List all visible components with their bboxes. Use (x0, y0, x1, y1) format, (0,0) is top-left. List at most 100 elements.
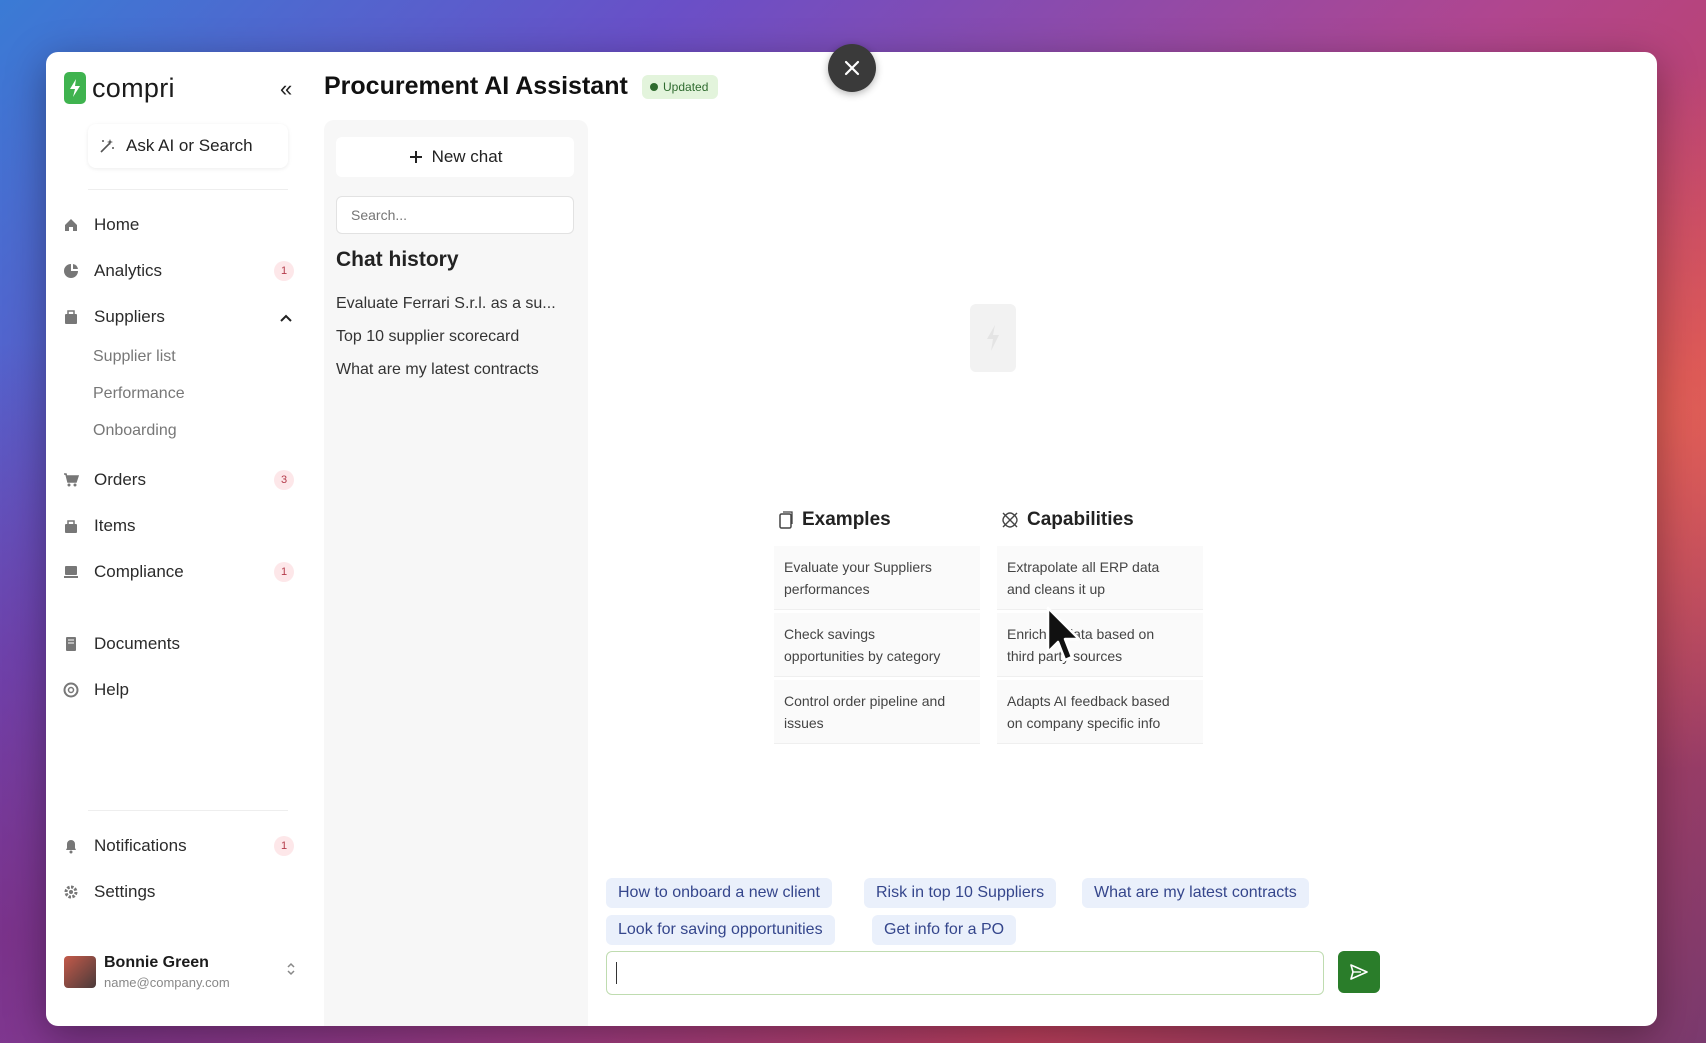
chat-history-item[interactable]: What are my latest contracts (336, 361, 576, 379)
chat-history-item[interactable]: Evaluate Ferrari S.r.l. as a su... (336, 295, 576, 313)
nav-home[interactable]: Home (62, 207, 294, 243)
logo-text: compri (92, 72, 175, 103)
compliance-badge: 1 (274, 562, 294, 582)
nav-orders[interactable]: Orders 3 (62, 462, 294, 498)
user-name: Bonnie Green (104, 954, 209, 971)
nav-documents[interactable]: Documents (62, 626, 294, 662)
chat-search-input[interactable] (336, 196, 574, 234)
status-badge: Updated (642, 75, 719, 99)
nav-analytics[interactable]: Analytics 1 (62, 253, 294, 289)
nav-label: Notifications (94, 836, 187, 855)
chevron-updown-icon (286, 962, 296, 979)
send-icon (1350, 964, 1368, 980)
logo[interactable]: compri (64, 72, 175, 104)
card-line: Enriches data based on (1007, 626, 1155, 642)
card-line: Check savings (784, 626, 876, 642)
suggestion-chip[interactable]: Look for saving opportunities (606, 915, 835, 945)
nav-label: Documents (94, 634, 180, 653)
chat-history-title: Chat history (336, 248, 459, 271)
ask-ai-button[interactable]: Ask AI or Search (88, 124, 288, 168)
examples-title: Examples (802, 509, 891, 530)
new-chat-label: New chat (431, 147, 503, 166)
nav-label: Compliance (94, 562, 184, 581)
items-icon (62, 517, 80, 535)
new-chat-button[interactable]: New chat (336, 137, 574, 177)
card-line: and cleans it up (1007, 581, 1106, 597)
nav-suppliers[interactable]: Suppliers (62, 299, 294, 335)
nav-label: Settings (94, 882, 156, 901)
nav-onboarding[interactable]: Onboarding (93, 422, 177, 440)
capability-card: Adapts AI feedback based on company spec… (997, 680, 1203, 744)
collapse-sidebar-icon[interactable]: « (280, 76, 292, 102)
nav-performance[interactable]: Performance (93, 385, 185, 403)
capabilities-heading: Capabilities (1001, 509, 1134, 531)
close-modal-button[interactable] (828, 44, 876, 92)
card-line: issues (784, 715, 824, 731)
card-line: opportunities by category (784, 648, 941, 664)
example-card[interactable]: Evaluate your Suppliers performances (774, 546, 980, 610)
examples-heading: Examples (778, 509, 891, 531)
divider (88, 189, 288, 190)
copy-icon (779, 511, 793, 529)
card-line: performances (784, 581, 870, 597)
suggestion-chip[interactable]: What are my latest contracts (1082, 878, 1309, 908)
help-icon (62, 681, 80, 699)
card-line: Extrapolate all ERP data (1007, 559, 1160, 575)
nav-notifications[interactable]: Notifications 1 (62, 828, 294, 864)
example-card[interactable]: Control order pipeline and issues (774, 680, 980, 744)
home-icon (62, 216, 80, 234)
suggestion-chip[interactable]: Get info for a PO (872, 915, 1017, 945)
divider (88, 810, 288, 811)
chat-history-item[interactable]: Top 10 supplier scorecard (336, 328, 576, 346)
capabilities-icon (1002, 512, 1018, 528)
avatar (64, 956, 96, 988)
logo-mark-icon (64, 72, 86, 104)
mouse-pointer-icon (1046, 606, 1081, 662)
nav-items[interactable]: Items (62, 508, 294, 544)
status-text: Updated (663, 80, 709, 94)
chat-history-panel: New chat Chat history Evaluate Ferrari S… (324, 120, 588, 1026)
compliance-icon (62, 563, 80, 581)
nav-supplier-list[interactable]: Supplier list (93, 348, 176, 366)
close-icon (844, 60, 860, 76)
text-caret (616, 962, 617, 984)
nav-label: Analytics (94, 261, 163, 280)
plus-icon (409, 151, 422, 163)
bell-icon (62, 837, 80, 855)
chevron-up-icon[interactable] (280, 309, 292, 325)
user-email: name@company.com (104, 975, 230, 990)
assistant-logo-placeholder (970, 304, 1016, 372)
nav-help[interactable]: Help (62, 672, 294, 708)
message-input[interactable] (606, 951, 1324, 995)
nav-label: Items (94, 516, 136, 535)
suggestion-chip[interactable]: Risk in top 10 Suppliers (864, 878, 1057, 908)
send-button[interactable] (1338, 951, 1380, 993)
suggestion-chip[interactable]: How to onboard a new client (606, 878, 832, 908)
cart-icon (62, 471, 80, 489)
bolt-icon (987, 325, 999, 351)
capabilities-title: Capabilities (1027, 509, 1134, 530)
page-title: Procurement AI Assistant (324, 72, 628, 100)
capability-card: Enriches data based on third party sourc… (997, 613, 1203, 677)
ask-ai-label: Ask AI or Search (126, 136, 253, 155)
nav-label: Help (94, 680, 129, 699)
card-line: Control order pipeline and (784, 693, 946, 709)
nav-compliance[interactable]: Compliance 1 (62, 554, 294, 590)
documents-icon (62, 635, 80, 653)
sidebar: compri « Ask AI or Search Home Analytics… (46, 52, 302, 1026)
card-line: Evaluate your Suppliers (784, 559, 932, 575)
orders-badge: 3 (274, 470, 294, 490)
status-dot-icon (650, 83, 658, 91)
example-card[interactable]: Check savings opportunities by category (774, 613, 980, 677)
suppliers-icon (62, 308, 80, 326)
gear-icon (62, 883, 80, 901)
analytics-icon (62, 262, 80, 280)
nav-label: Suppliers (94, 307, 165, 326)
card-line: third party sources (1007, 648, 1123, 664)
nav-label: Orders (94, 470, 146, 489)
app-window: compri « Ask AI or Search Home Analytics… (46, 52, 1657, 1026)
nav-label: Home (94, 215, 140, 234)
nav-settings[interactable]: Settings (62, 874, 294, 910)
user-menu[interactable]: Bonnie Green name@company.com (64, 952, 296, 992)
magic-wand-icon (100, 139, 114, 153)
